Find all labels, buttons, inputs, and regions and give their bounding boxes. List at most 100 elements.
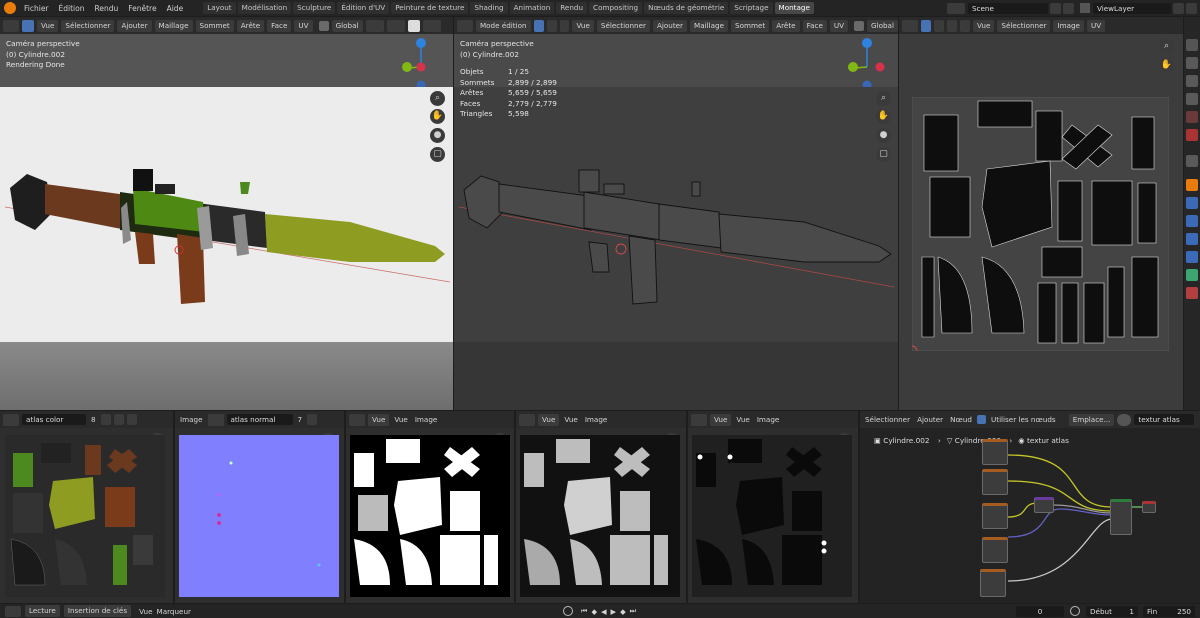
- nav-gizmo[interactable]: [396, 37, 446, 87]
- menu-image[interactable]: Image: [583, 415, 610, 424]
- tab-modeling[interactable]: Modélisation: [237, 2, 292, 14]
- menu-view[interactable]: Vue: [37, 19, 59, 32]
- menu-view[interactable]: Vue: [572, 19, 594, 32]
- menu-edit[interactable]: Édition: [54, 4, 90, 13]
- image-texture-node[interactable]: [980, 569, 1006, 597]
- menu-select[interactable]: Sélectionner: [61, 19, 115, 32]
- proportional-icon[interactable]: [407, 19, 420, 32]
- menu-image[interactable]: Image: [413, 415, 440, 424]
- viewport-rendered[interactable]: Vue Sélectionner Ajouter Maillage Sommet…: [0, 17, 453, 410]
- editor-type-icon[interactable]: [3, 413, 19, 426]
- select-mode-icon[interactable]: [22, 19, 34, 32]
- zoom-icon[interactable]: ⌕: [876, 91, 891, 106]
- editor-type-icon[interactable]: [5, 605, 21, 617]
- render-icon[interactable]: [1186, 57, 1198, 69]
- image-editor-mask[interactable]: Vue Vue Image ⌕ ✋: [346, 411, 514, 603]
- tab-compositing[interactable]: Compositing: [589, 2, 643, 14]
- menu-face[interactable]: Face: [267, 19, 292, 32]
- output-icon[interactable]: [1186, 75, 1198, 87]
- menu-uv[interactable]: UV: [1086, 19, 1106, 32]
- zoom-icon[interactable]: ⌕: [430, 91, 445, 106]
- editor-type-icon[interactable]: [207, 413, 224, 426]
- editor-type-icon[interactable]: [902, 19, 918, 32]
- image-texture-node[interactable]: [982, 537, 1008, 563]
- scene-remove-icon[interactable]: [1063, 2, 1074, 14]
- falloff-icon[interactable]: [422, 19, 441, 32]
- tab-uv-editing[interactable]: Édition d'UV: [337, 2, 390, 14]
- uv-edge-icon[interactable]: [934, 19, 944, 32]
- view-dropdown[interactable]: Vue: [710, 413, 732, 426]
- menu-image[interactable]: Image: [755, 415, 782, 424]
- principled-bsdf-node[interactable]: [1110, 499, 1132, 535]
- menu-select[interactable]: Sélectionner: [596, 19, 650, 32]
- pan-hand-icon[interactable]: ✋: [430, 109, 445, 124]
- new-image-icon[interactable]: [113, 414, 124, 425]
- scene-icon[interactable]: [947, 2, 965, 14]
- editor-type-icon[interactable]: [457, 19, 473, 32]
- zoom-icon[interactable]: ⌕: [1159, 39, 1174, 54]
- menu-add[interactable]: Ajouter: [652, 19, 688, 32]
- view-layer-remove-icon[interactable]: [1186, 2, 1197, 14]
- start-frame-field[interactable]: Début 1: [1086, 605, 1138, 617]
- image-menu[interactable]: Image: [178, 415, 205, 424]
- normal-map-node[interactable]: [1034, 497, 1054, 513]
- image-name-field[interactable]: atlas normal: [226, 414, 293, 425]
- mode-dropdown[interactable]: Mode édition: [475, 19, 531, 32]
- editor-type-icon[interactable]: [3, 19, 19, 32]
- pivot-icon[interactable]: [365, 19, 384, 32]
- image-editor-normal[interactable]: Image atlas normal 7 ⌕ ✋: [175, 411, 344, 603]
- image-editor-roughness[interactable]: Vue Vue Image ⌕ ✋: [516, 411, 686, 603]
- material-icon[interactable]: [1186, 287, 1198, 299]
- tab-rendering[interactable]: Rendu: [556, 2, 588, 14]
- image-texture-node[interactable]: [982, 439, 1008, 465]
- nav-gizmo[interactable]: [842, 37, 892, 87]
- menu-view[interactable]: Vue: [973, 19, 995, 32]
- menu-mesh[interactable]: Maillage: [690, 19, 729, 32]
- auto-key-icon[interactable]: [562, 606, 573, 616]
- menu-view[interactable]: Vue: [562, 415, 579, 424]
- fake-user-icon[interactable]: [307, 414, 318, 425]
- snap-icon[interactable]: [386, 19, 405, 32]
- play-reverse-icon[interactable]: ◀: [599, 607, 609, 616]
- menu-view[interactable]: Vue: [734, 415, 751, 424]
- camera-icon[interactable]: ●: [876, 128, 891, 143]
- unlink-icon[interactable]: [126, 414, 137, 425]
- scene-field[interactable]: Scene: [968, 2, 1048, 14]
- scene-add-icon[interactable]: [1050, 2, 1061, 14]
- image-editor-color[interactable]: atlas color 8 ⌕ ✋: [0, 411, 173, 603]
- image-name-field[interactable]: atlas color: [22, 414, 86, 425]
- tool-icon[interactable]: [1186, 39, 1198, 51]
- menu-marker[interactable]: Marqueur: [155, 607, 193, 616]
- vertex-select-icon[interactable]: [533, 19, 544, 32]
- viewport-edit[interactable]: Mode édition Vue Sélectionner Ajouter Ma…: [454, 17, 898, 410]
- uv-editor[interactable]: Vue Sélectionner Image UV ⌕ ✋: [899, 17, 1183, 410]
- data-icon[interactable]: [1186, 269, 1198, 281]
- clock-icon[interactable]: [1070, 606, 1080, 616]
- node-editor[interactable]: Sélectionner Ajouter Nœud Utiliser les n…: [860, 411, 1200, 603]
- menu-file[interactable]: Fichier: [19, 4, 54, 13]
- view-layer-icon[interactable]: [1186, 93, 1198, 105]
- tab-animation[interactable]: Animation: [509, 2, 555, 14]
- keying-dropdown[interactable]: Insertion de clés: [63, 605, 132, 617]
- tab-layout[interactable]: Layout: [203, 2, 236, 14]
- object-icon[interactable]: [1186, 179, 1198, 191]
- uv-island-icon[interactable]: [960, 19, 970, 32]
- face-select-icon[interactable]: [559, 19, 570, 32]
- edge-select-icon[interactable]: [546, 19, 557, 32]
- pan-hand-icon[interactable]: ✋: [876, 109, 891, 124]
- orientation-dropdown[interactable]: Global: [867, 19, 898, 32]
- orientation-dropdown[interactable]: Global: [331, 19, 363, 32]
- menu-select[interactable]: Sélectionner: [997, 19, 1051, 32]
- menu-vertex[interactable]: Sommet: [731, 19, 770, 32]
- camera-icon[interactable]: ●: [430, 128, 445, 143]
- modifier-icon[interactable]: [1186, 197, 1198, 209]
- play-icon[interactable]: ▶: [609, 607, 619, 616]
- menu-edge[interactable]: Arête: [772, 19, 800, 32]
- uv-face-icon[interactable]: [947, 19, 957, 32]
- scene-icon[interactable]: [1186, 111, 1198, 123]
- prev-key-icon[interactable]: ◆: [589, 607, 599, 616]
- menu-view[interactable]: Vue: [392, 415, 409, 424]
- pan-hand-icon[interactable]: ✋: [1159, 58, 1174, 73]
- image-editor-metallic[interactable]: Vue Vue Image ⌕ ✋: [688, 411, 858, 603]
- view-layer-field[interactable]: ViewLayer: [1093, 2, 1171, 14]
